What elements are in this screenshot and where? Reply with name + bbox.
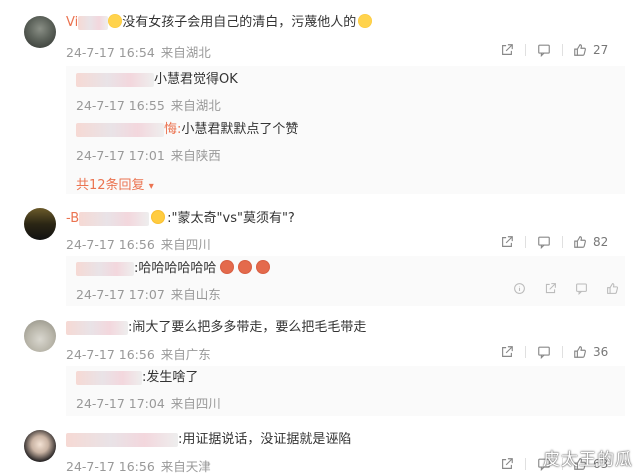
comment-actions: 82 (489, 234, 625, 250)
comment-button[interactable] (526, 42, 562, 58)
avatar[interactable] (24, 320, 56, 352)
emoji-icon (256, 260, 271, 274)
reply-text: 小慧君默默点了个赞 (181, 122, 299, 137)
username[interactable]: Vi (66, 15, 109, 31)
reply-list: :哈哈哈哈哈哈 24-7-17 17:07 来自山东 (66, 256, 625, 306)
like-count: 36 (593, 345, 609, 359)
reply-list: 小慧君觉得OK 24-7-17 16:55 来自湖北 悔:小慧君默默点了个赞 24… (66, 66, 625, 194)
timestamp: 24-7-17 17:01 (76, 148, 165, 163)
like-count: 82 (593, 235, 609, 249)
emoji-icon (358, 14, 373, 28)
reply-item: 悔:小慧君默默点了个赞 24-7-17 17:01 来自陕西 (76, 122, 299, 163)
comment-item: Vi 没有女孩子会用自己的清白，污蔑他人的 24-7-17 16:54 来自湖北 2… (0, 0, 639, 200)
location: 来自陕西 (170, 148, 221, 163)
share-icon[interactable] (544, 282, 557, 295)
comment-button[interactable] (526, 344, 562, 360)
timestamp: 24-7-17 16:56 (66, 459, 155, 474)
watermark: 皮太王的瓜 (543, 450, 633, 470)
thumbs-up-icon (574, 346, 586, 358)
share-button[interactable] (489, 42, 525, 58)
reply-text: :发生啥了 (142, 370, 199, 385)
comment-item: :闹大了要么把多多带走，要么把毛毛带走 24-7-17 16:56 来自广东 36… (0, 310, 639, 422)
reply-text: 小慧君觉得OK (154, 72, 238, 87)
comment-meta: 24-7-17 16:54 来自湖北 (66, 42, 211, 61)
comment-meta: 24-7-17 16:56 来自四川 (66, 234, 211, 253)
comment-text: :闹大了要么把多多带走，要么把毛毛带走 (128, 320, 367, 335)
share-button[interactable] (489, 344, 525, 360)
location: 来自湖北 (160, 45, 211, 60)
like-button[interactable]: 36 (563, 344, 625, 360)
timestamp: 24-7-17 16:55 (76, 98, 165, 113)
timestamp: 24-7-17 17:04 (76, 396, 165, 411)
username[interactable] (66, 432, 178, 448)
comment-content: -B :"蒙太奇"vs"莫须有"? (66, 210, 295, 227)
username[interactable]: -B (66, 211, 150, 227)
comment-text: :用证据说话，没证据就是诬陷 (178, 432, 352, 447)
username[interactable] (66, 320, 128, 336)
comment-text: 没有女孩子会用自己的清白，污蔑他人的 (122, 15, 357, 30)
thumbs-up-icon[interactable] (606, 282, 619, 295)
comment-actions: 27 (489, 42, 625, 58)
timestamp: 24-7-17 17:07 (76, 287, 165, 302)
location: 来自山东 (170, 287, 221, 302)
more-replies-link[interactable]: 共12条回复 ▾ (76, 174, 154, 193)
avatar[interactable] (24, 430, 56, 462)
like-count: 27 (593, 43, 609, 57)
reply-actions (513, 282, 619, 295)
location: 来自天津 (160, 459, 211, 474)
reply-username[interactable] (76, 72, 154, 87)
reply-item: :哈哈哈哈哈哈 24-7-17 17:07 来自山东 (76, 260, 271, 303)
share-icon (502, 458, 513, 469)
emoji-icon (220, 260, 235, 274)
share-button[interactable] (489, 234, 525, 250)
location: 来自四川 (170, 396, 221, 411)
timestamp: 24-7-17 16:54 (66, 45, 155, 60)
comment-icon (538, 44, 550, 57)
like-button[interactable]: 27 (563, 42, 625, 58)
thumbs-up-icon (574, 44, 586, 56)
chevron-down-icon: ▾ (148, 181, 154, 192)
avatar[interactable] (24, 16, 56, 48)
emoji-icon (108, 14, 123, 28)
comment-meta: 24-7-17 16:56 来自天津 (66, 456, 211, 475)
share-icon (502, 346, 513, 357)
timestamp: 24-7-17 16:56 (66, 347, 155, 362)
reply-item: 小慧君觉得OK 24-7-17 16:55 来自湖北 (76, 72, 238, 114)
comment-actions: 36 (489, 344, 625, 360)
reply-item: :发生啥了 24-7-17 17:04 来自四川 (76, 370, 221, 412)
location: 来自湖北 (170, 98, 221, 113)
reply-list: :发生啥了 24-7-17 17:04 来自四川 (66, 366, 625, 416)
reply-username[interactable] (76, 122, 164, 137)
avatar[interactable] (24, 208, 56, 240)
comment-icon (538, 236, 550, 249)
comment-item: -B :"蒙太奇"vs"莫须有"? 24-7-17 16:56 来自四川 82 :哈… (0, 200, 639, 310)
emoji-icon (151, 210, 166, 224)
comment-meta: 24-7-17 16:56 来自广东 (66, 344, 211, 363)
comment-button[interactable] (526, 234, 562, 250)
reply-text: :哈哈哈哈哈哈 (134, 261, 217, 276)
reply-username[interactable] (76, 261, 134, 276)
timestamp: 24-7-17 16:56 (66, 237, 155, 252)
location: 来自四川 (160, 237, 211, 252)
comment-content: :闹大了要么把多多带走，要么把毛毛带走 (66, 320, 366, 336)
comment-icon (538, 346, 550, 359)
info-icon[interactable] (513, 282, 526, 295)
comment-feed: Vi 没有女孩子会用自己的清白，污蔑他人的 24-7-17 16:54 来自湖北 2… (0, 0, 639, 476)
share-button[interactable] (489, 456, 525, 472)
share-icon (502, 44, 513, 55)
location: 来自广东 (160, 347, 211, 362)
comment-content: Vi 没有女孩子会用自己的清白，污蔑他人的 (66, 14, 373, 31)
share-icon (502, 236, 513, 247)
comment-content: :用证据说话，没证据就是诬陷 (66, 432, 351, 448)
thumbs-up-icon (574, 236, 586, 248)
reply-username[interactable] (76, 370, 142, 385)
comment-text: :"蒙太奇"vs"莫须有"? (167, 211, 295, 226)
emoji-icon (238, 260, 253, 274)
like-button[interactable]: 82 (563, 234, 625, 250)
comment-icon[interactable] (575, 282, 588, 295)
